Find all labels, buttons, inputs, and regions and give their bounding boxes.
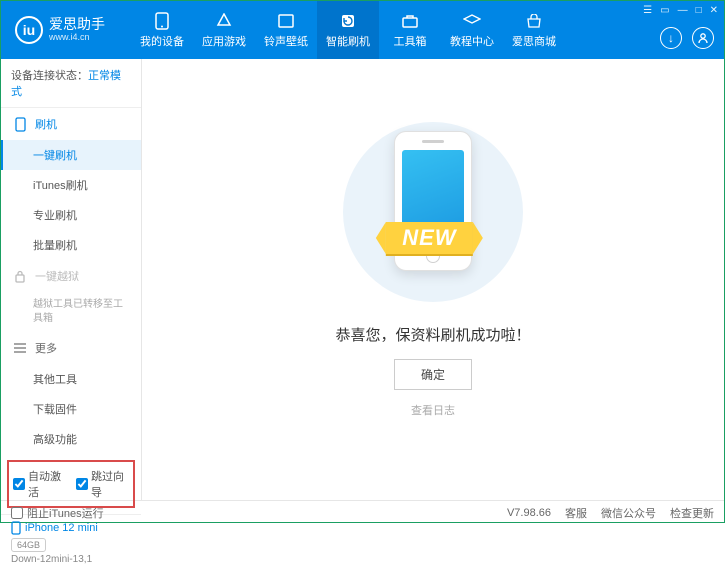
- check-auto-activate[interactable]: 自动激活: [13, 468, 66, 500]
- app-name: 爱思助手: [49, 17, 105, 32]
- nav-store[interactable]: 爱思商城: [503, 1, 565, 59]
- lock-icon: [13, 269, 27, 283]
- check-update-link[interactable]: 检查更新: [670, 505, 714, 521]
- nav-label: 我的设备: [140, 33, 184, 49]
- close-icon[interactable]: ✕: [710, 5, 718, 16]
- support-link[interactable]: 客服: [565, 505, 587, 521]
- sidebar-item-itunes-flash[interactable]: iTunes刷机: [1, 170, 141, 200]
- device-model: Down-12mini-13,1: [11, 554, 131, 565]
- device-phone-icon: [11, 521, 21, 535]
- store-icon: [525, 12, 543, 30]
- sidebar-item-advanced[interactable]: 高级功能: [1, 424, 141, 454]
- check-label: 跳过向导: [91, 468, 129, 500]
- phone-icon: [153, 12, 171, 30]
- section-label: 一键越狱: [35, 268, 79, 284]
- refresh-icon: [339, 12, 357, 30]
- app-logo-icon: iu: [15, 16, 43, 44]
- skin-icon[interactable]: ▭: [660, 5, 669, 16]
- section-jailbreak[interactable]: 一键越狱: [1, 260, 141, 292]
- nav-smart-flash[interactable]: 智能刷机: [317, 1, 379, 59]
- minimize-icon[interactable]: —: [678, 5, 688, 16]
- nav-tutorials[interactable]: 教程中心: [441, 1, 503, 59]
- check-label: 自动激活: [28, 468, 66, 500]
- user-button[interactable]: [692, 27, 714, 49]
- checkbox-auto-activate[interactable]: [13, 478, 25, 490]
- sidebar-item-batch-flash[interactable]: 批量刷机: [1, 230, 141, 260]
- block-itunes-check[interactable]: 阻止iTunes运行: [11, 505, 104, 521]
- section-label: 刷机: [35, 116, 57, 132]
- connection-status: 设备连接状态：正常模式: [1, 59, 141, 108]
- nav-label: 智能刷机: [326, 33, 370, 49]
- device-name: iPhone 12 mini: [11, 521, 131, 535]
- confirm-button[interactable]: 确定: [394, 359, 472, 390]
- phone-outline-icon: [13, 117, 27, 131]
- main-nav: 我的设备 应用游戏 铃声壁纸 智能刷机 工具箱 教程中心 爱思商城: [131, 1, 565, 59]
- download-button[interactable]: ↓: [660, 27, 682, 49]
- success-message: 恭喜您，保资料刷机成功啦！: [335, 324, 530, 345]
- view-log-link[interactable]: 查看日志: [411, 402, 455, 418]
- logo-area: iu 爱思助手 www.i4.cn: [1, 16, 131, 44]
- app-url: www.i4.cn: [49, 33, 105, 43]
- nav-label: 应用游戏: [202, 33, 246, 49]
- nav-label: 铃声壁纸: [264, 33, 308, 49]
- sidebar: 设备连接状态：正常模式 刷机 一键刷机 iTunes刷机 专业刷机 批量刷机 一…: [1, 59, 142, 500]
- section-flash[interactable]: 刷机: [1, 108, 141, 140]
- nav-ringtones[interactable]: 铃声壁纸: [255, 1, 317, 59]
- nav-toolbox[interactable]: 工具箱: [379, 1, 441, 59]
- nav-label: 教程中心: [450, 33, 494, 49]
- conn-label: 设备连接状态：: [11, 70, 88, 82]
- jailbreak-note: 越狱工具已转移至工具箱: [1, 292, 141, 332]
- list-icon: [13, 341, 27, 355]
- menu-icon[interactable]: ☰: [643, 5, 652, 16]
- sidebar-item-oneclick-flash[interactable]: 一键刷机: [1, 140, 141, 170]
- wallpaper-icon: [277, 12, 295, 30]
- section-more[interactable]: 更多: [1, 332, 141, 364]
- nav-label: 爱思商城: [512, 33, 556, 49]
- nav-apps-games[interactable]: 应用游戏: [193, 1, 255, 59]
- checkbox-block-itunes[interactable]: [11, 507, 23, 519]
- wechat-link[interactable]: 微信公众号: [601, 505, 656, 521]
- maximize-icon[interactable]: □: [696, 5, 702, 16]
- window-controls: ☰ ▭ — □ ✕: [643, 5, 718, 16]
- nav-label: 工具箱: [394, 33, 427, 49]
- sidebar-item-other-tools[interactable]: 其他工具: [1, 364, 141, 394]
- main-content: NEW 恭喜您，保资料刷机成功啦！ 确定 查看日志: [142, 59, 724, 500]
- block-itunes-label: 阻止iTunes运行: [27, 505, 104, 521]
- section-label: 更多: [35, 340, 57, 356]
- sidebar-item-download-fw[interactable]: 下载固件: [1, 394, 141, 424]
- title-bar: iu 爱思助手 www.i4.cn 我的设备 应用游戏 铃声壁纸 智能刷机 工具…: [1, 1, 724, 59]
- nav-my-device[interactable]: 我的设备: [131, 1, 193, 59]
- device-storage-badge: 64GB: [11, 538, 46, 552]
- success-illustration: NEW: [343, 122, 523, 302]
- toolbox-icon: [401, 12, 419, 30]
- graduation-icon: [463, 12, 481, 30]
- version-label: V7.98.66: [507, 507, 551, 519]
- options-highlight-box: 自动激活 跳过向导: [7, 460, 135, 508]
- sidebar-item-pro-flash[interactable]: 专业刷机: [1, 200, 141, 230]
- new-ribbon: NEW: [386, 222, 472, 254]
- checkbox-skip-setup[interactable]: [76, 478, 88, 490]
- apps-icon: [215, 12, 233, 30]
- check-skip-setup[interactable]: 跳过向导: [76, 468, 129, 500]
